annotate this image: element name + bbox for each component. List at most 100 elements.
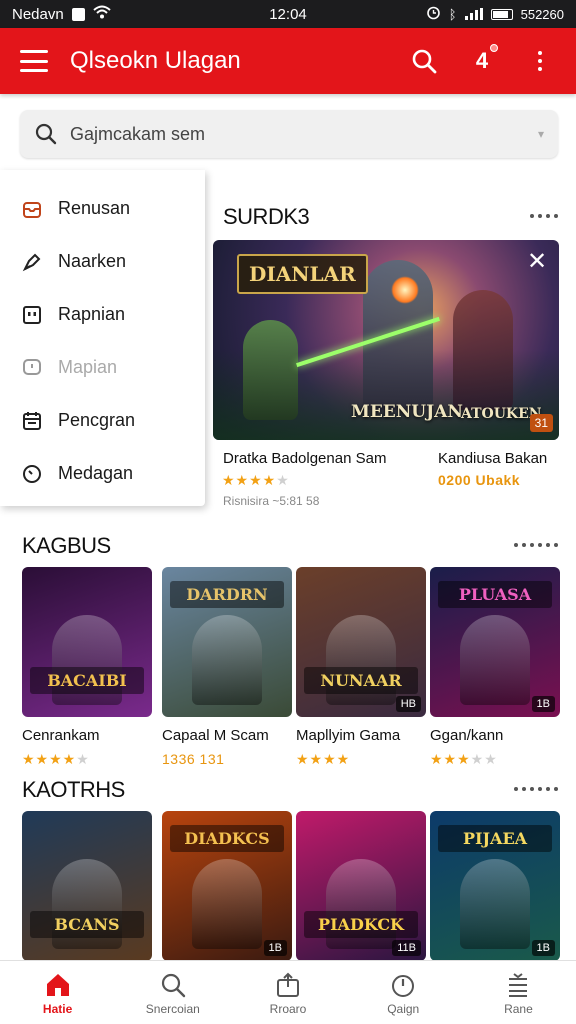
drawer-item-rapnian[interactable]: Rapnian — [0, 288, 205, 341]
section-title-two: KAGBUS — [22, 533, 111, 558]
nav-home[interactable]: Hatie — [0, 961, 115, 1024]
inbox-icon — [20, 197, 44, 221]
bottom-navigation: Hatie Snercoian Rroaro Qaign Rane — [0, 960, 576, 1024]
nav-label: Snercoian — [145, 1001, 200, 1016]
share-icon — [273, 970, 303, 1000]
nav-share[interactable]: Rroaro — [230, 961, 345, 1024]
overflow-menu-button[interactable] — [518, 39, 562, 83]
game-thumbnail[interactable]: DIADKCS 1B — [162, 811, 292, 961]
game-badge: HB — [395, 696, 421, 712]
dropdown-menu: Renusan Naarken Rapnian Mapian Pencgran — [0, 170, 205, 506]
nav-search[interactable]: Snercoian — [115, 961, 230, 1024]
drawer-item-label: Naarken — [58, 251, 127, 271]
character-art — [460, 615, 530, 705]
game-logo: BCANS — [30, 911, 144, 938]
section-title-featured: SURDK3 — [223, 204, 310, 229]
nav-menu[interactable]: Rane — [461, 961, 576, 1024]
battery-text: 552260 — [520, 6, 564, 22]
search-icon — [412, 49, 437, 74]
calendar-icon — [20, 409, 44, 433]
featured-logo: DIANLAR — [237, 254, 368, 294]
search-bar: ▾ — [20, 110, 558, 158]
drawer-item-medagan[interactable]: Medagan — [0, 447, 205, 500]
menu-icon[interactable] — [20, 50, 48, 72]
more-vert-icon — [538, 51, 542, 71]
featured-item-title-2[interactable]: Kandiusa Bakan — [438, 450, 547, 467]
drawer-item-label: Pencgran — [58, 410, 136, 430]
notifications-button[interactable]: 4 — [460, 39, 504, 83]
featured-item-title[interactable]: Dratka Badolgenan Sam — [223, 450, 386, 467]
game-logo: PIADKCK — [304, 911, 418, 938]
game-thumbnail[interactable]: PLUASA 1B — [430, 567, 560, 717]
game-logo: BACAIBI — [30, 667, 144, 694]
app-title: Qlseokn Ulagan — [70, 47, 241, 74]
status-right: ᛒ 552260 — [426, 5, 564, 23]
game-thumbnail[interactable]: BCANS — [22, 811, 152, 961]
game-title[interactable]: Mapllyim Gama — [296, 727, 400, 744]
section-three-more-button[interactable] — [514, 787, 558, 791]
app-bar: Qlseokn Ulagan 4 — [0, 28, 576, 94]
game-thumbnail[interactable]: BACAIBI — [22, 567, 152, 717]
game-title[interactable]: Ggan/kann — [430, 727, 503, 744]
drawer-item-renusan[interactable]: Renusan — [0, 182, 205, 235]
rating-stars: ★★★★★ — [222, 472, 290, 488]
drawer-item-naarken[interactable]: Naarken — [0, 235, 205, 288]
notification-icon — [71, 7, 85, 21]
pen-icon — [20, 250, 44, 274]
nav-label: Rroaro — [269, 1001, 307, 1016]
search-button[interactable] — [402, 39, 446, 83]
nav-label: Qaign — [387, 1001, 420, 1016]
search-icon — [158, 970, 188, 1000]
home-icon — [43, 970, 73, 1000]
wifi-icon — [93, 5, 111, 23]
chat-icon — [20, 356, 44, 380]
character-art — [192, 859, 262, 949]
drawer-item-label: Mapian — [58, 357, 118, 377]
bluetooth-icon: ᛒ — [448, 6, 457, 22]
game-logo: DIADKCS — [170, 825, 284, 852]
signal-icon — [464, 8, 483, 20]
featured-item-price: 0200 Ubakk — [438, 472, 521, 488]
game-logo: NUNAAR — [304, 667, 418, 694]
featured-banner[interactable]: DIANLAR MEENUJAN ATOUKEN 31 ✕ — [213, 240, 559, 440]
nav-label: Rane — [504, 1001, 533, 1016]
game-logo: PLUASA — [438, 581, 552, 608]
game-badge: 1B — [531, 696, 555, 712]
game-thumbnail[interactable]: PIJAEA 1B — [430, 811, 560, 961]
featured-more-button[interactable] — [530, 214, 558, 218]
search-input[interactable] — [70, 123, 538, 145]
game-logo: DARDRN — [170, 581, 284, 608]
game-thumbnail[interactable]: DARDRN — [162, 567, 292, 717]
featured-tag: 31 — [529, 414, 553, 432]
game-thumbnail[interactable]: PIADKCK 11B — [296, 811, 426, 961]
status-bar: Nedavn 12:04 ᛒ 552260 — [0, 0, 576, 28]
featured-item-meta: Risnisira ~5:81 58 — [223, 494, 320, 508]
rating-stars: ★★★★★ — [430, 751, 498, 767]
notification-count: 4 — [475, 48, 489, 73]
drawer-item-label: Renusan — [58, 198, 131, 218]
drawer-item-label: Rapnian — [58, 304, 126, 324]
character-art — [192, 615, 262, 705]
game-price: 1336 131 — [162, 751, 225, 767]
drawer-item-mapian[interactable]: Mapian — [0, 341, 205, 394]
game-badge: 1B — [531, 940, 555, 956]
nav-timer[interactable]: Qaign — [346, 961, 461, 1024]
game-badge: 11B — [392, 940, 421, 956]
status-left: Nedavn — [12, 5, 426, 23]
chevron-down-icon[interactable]: ▾ — [538, 127, 544, 141]
section-two-more-button[interactable] — [514, 543, 558, 547]
rating-stars: ★★★★ — [296, 751, 351, 767]
featured-caption-left: MEENUJAN — [351, 402, 463, 422]
game-thumbnail[interactable]: NUNAAR HB — [296, 567, 426, 717]
drawer-item-label: Medagan — [58, 463, 134, 483]
carrier-name: Nedavn — [12, 5, 64, 23]
app-screen: Nedavn 12:04 ᛒ 552260 Qlseokn Ulagan 4 G… — [0, 0, 576, 1024]
drawer-item-pencgran[interactable]: Pencgran — [0, 394, 205, 447]
close-icon[interactable]: ✕ — [523, 248, 551, 276]
alarm-icon — [426, 5, 441, 23]
battery-icon — [490, 8, 513, 20]
game-title[interactable]: Cenrankam — [22, 727, 100, 744]
character-art — [460, 859, 530, 949]
notification-dot — [490, 44, 498, 52]
game-title[interactable]: Capaal M Scam — [162, 727, 269, 744]
